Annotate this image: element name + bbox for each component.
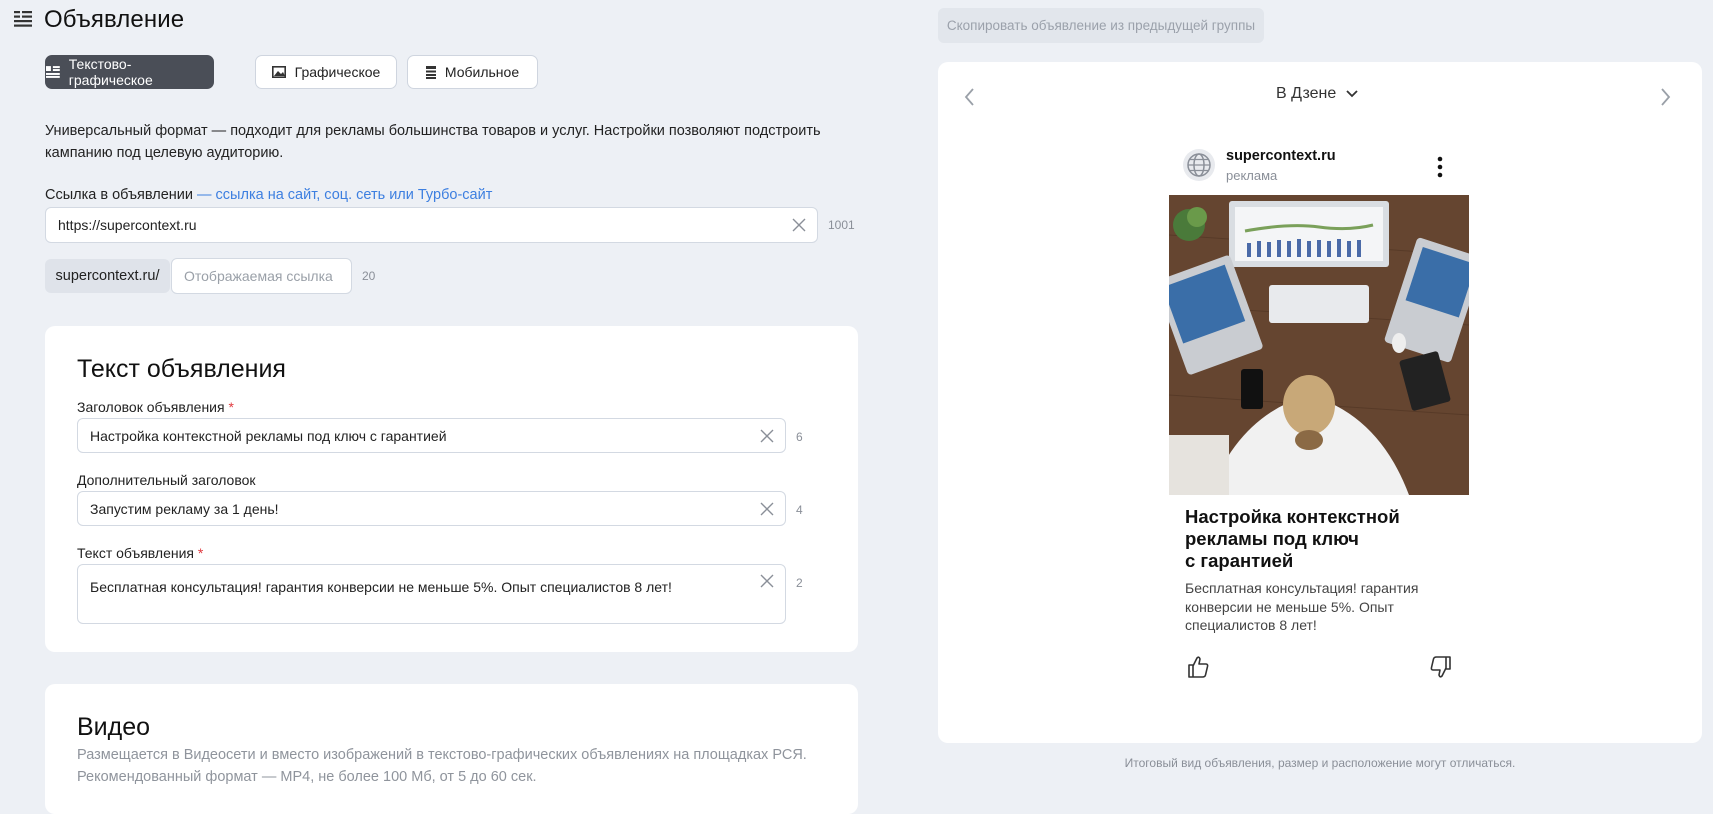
- dislike-icon[interactable]: [1430, 655, 1452, 679]
- body-text-counter: 2: [796, 576, 803, 590]
- chevron-left-icon[interactable]: [963, 87, 977, 107]
- headline-input[interactable]: Настройка контекстной рекламы под ключ с…: [77, 418, 786, 453]
- placement-selector[interactable]: В Дзене: [1276, 85, 1358, 103]
- clear-icon[interactable]: [760, 502, 774, 516]
- text-graphic-icon: [46, 66, 60, 78]
- clear-icon[interactable]: [760, 574, 774, 588]
- display-link-placeholder: Отображаемая ссылка: [184, 268, 333, 284]
- body-text-label: Текст объявления *: [77, 545, 203, 561]
- like-icon[interactable]: [1187, 655, 1209, 679]
- ad-text-section-title: Текст объявления: [77, 355, 286, 383]
- tab-label: Графическое: [294, 64, 381, 80]
- ad-domain: supercontext.ru: [1226, 148, 1336, 164]
- tab-label: Мобильное: [444, 64, 520, 80]
- headline-input-value: Настройка контекстной рекламы под ключ с…: [90, 427, 447, 444]
- ad-title-line: рекламы под ключ: [1185, 528, 1359, 549]
- ad-preview-title: Настройка контекстной рекламы под ключ с…: [1185, 506, 1445, 572]
- ad-image: [1169, 195, 1469, 495]
- tab-label: Текстово-графическое: [68, 56, 153, 88]
- required-mark: *: [197, 545, 204, 561]
- display-link-prefix: supercontext.ru/: [45, 259, 170, 293]
- clear-icon[interactable]: [760, 429, 774, 443]
- subheadline-label: Дополнительный заголовок: [77, 472, 256, 488]
- ad-text-line: специалистов 8 лет!: [1185, 617, 1317, 633]
- subheadline-input[interactable]: Запустим рекламу за 1 день!: [77, 491, 786, 526]
- format-description: Универсальный формат — подходит для рекл…: [45, 123, 821, 161]
- link-label-text: Ссылка в объявлении: [45, 187, 193, 203]
- body-text-label-text: Текст объявления: [77, 545, 195, 561]
- ad-title-line: Настройка контекстной: [1185, 506, 1400, 527]
- preview-disclaimer: Итоговый вид объявления, размер и распол…: [1124, 756, 1516, 770]
- tab-graphic[interactable]: Графическое: [255, 55, 397, 89]
- link-input-value: https://supercontext.ru: [58, 217, 197, 233]
- body-text-input[interactable]: Бесплатная консультация! гарантия конвер…: [77, 564, 786, 624]
- link-hint[interactable]: — ссылка на сайт, соц. сеть или Турбо-са…: [197, 187, 492, 203]
- required-mark: *: [228, 399, 234, 415]
- clear-icon[interactable]: [792, 218, 806, 232]
- mobile-icon: [425, 65, 436, 79]
- ad-text-line: конверсии не меньше 5%. Опыт: [1185, 598, 1394, 615]
- page-title: Объявление: [44, 6, 185, 33]
- more-icon[interactable]: [1436, 156, 1444, 178]
- subheadline-counter: 4: [796, 503, 803, 517]
- headline-label-text: Заголовок объявления: [77, 399, 225, 415]
- display-link-input[interactable]: Отображаемая ссылка: [171, 258, 352, 294]
- video-section-title: Видео: [77, 713, 151, 741]
- chevron-down-icon: [1346, 90, 1358, 98]
- link-counter: 1001: [828, 218, 855, 232]
- headline-label: Заголовок объявления *: [77, 399, 234, 415]
- body-text-input-value: Бесплатная консультация! гарантия конвер…: [90, 579, 672, 595]
- chevron-right-icon[interactable]: [1658, 87, 1672, 107]
- link-input[interactable]: https://supercontext.ru: [45, 207, 818, 243]
- menu-icon[interactable]: [14, 11, 32, 27]
- tab-mobile[interactable]: Мобильное: [407, 55, 538, 89]
- copy-from-previous-group-button[interactable]: Скопировать объявление из предыдущей гру…: [938, 8, 1264, 43]
- ad-label: реклама: [1226, 168, 1278, 183]
- image-icon: [271, 66, 286, 78]
- headline-counter: 6: [796, 430, 803, 444]
- ad-preview-text: Бесплатная консультация! гарантия конвер…: [1185, 579, 1445, 635]
- video-description-line1: Размещается в Видеосети и вместо изображ…: [77, 747, 807, 763]
- globe-icon: [1183, 149, 1215, 181]
- tab-text-graphic[interactable]: Текстово-графическое: [45, 55, 214, 89]
- ad-text-line: Бесплатная консультация! гарантия: [1185, 580, 1419, 596]
- link-label: Ссылка в объявлении — ссылка на сайт, со…: [45, 187, 492, 203]
- subheadline-input-value: Запустим рекламу за 1 день!: [90, 500, 279, 517]
- video-description-line2: Рекомендованный формат — MP4, не более 1…: [77, 769, 537, 785]
- placement-selector-label: В Дзене: [1276, 85, 1337, 102]
- display-link-counter: 20: [362, 269, 376, 283]
- subheadline-label-text: Дополнительный заголовок: [77, 472, 256, 488]
- ad-title-line: с гарантией: [1185, 550, 1294, 571]
